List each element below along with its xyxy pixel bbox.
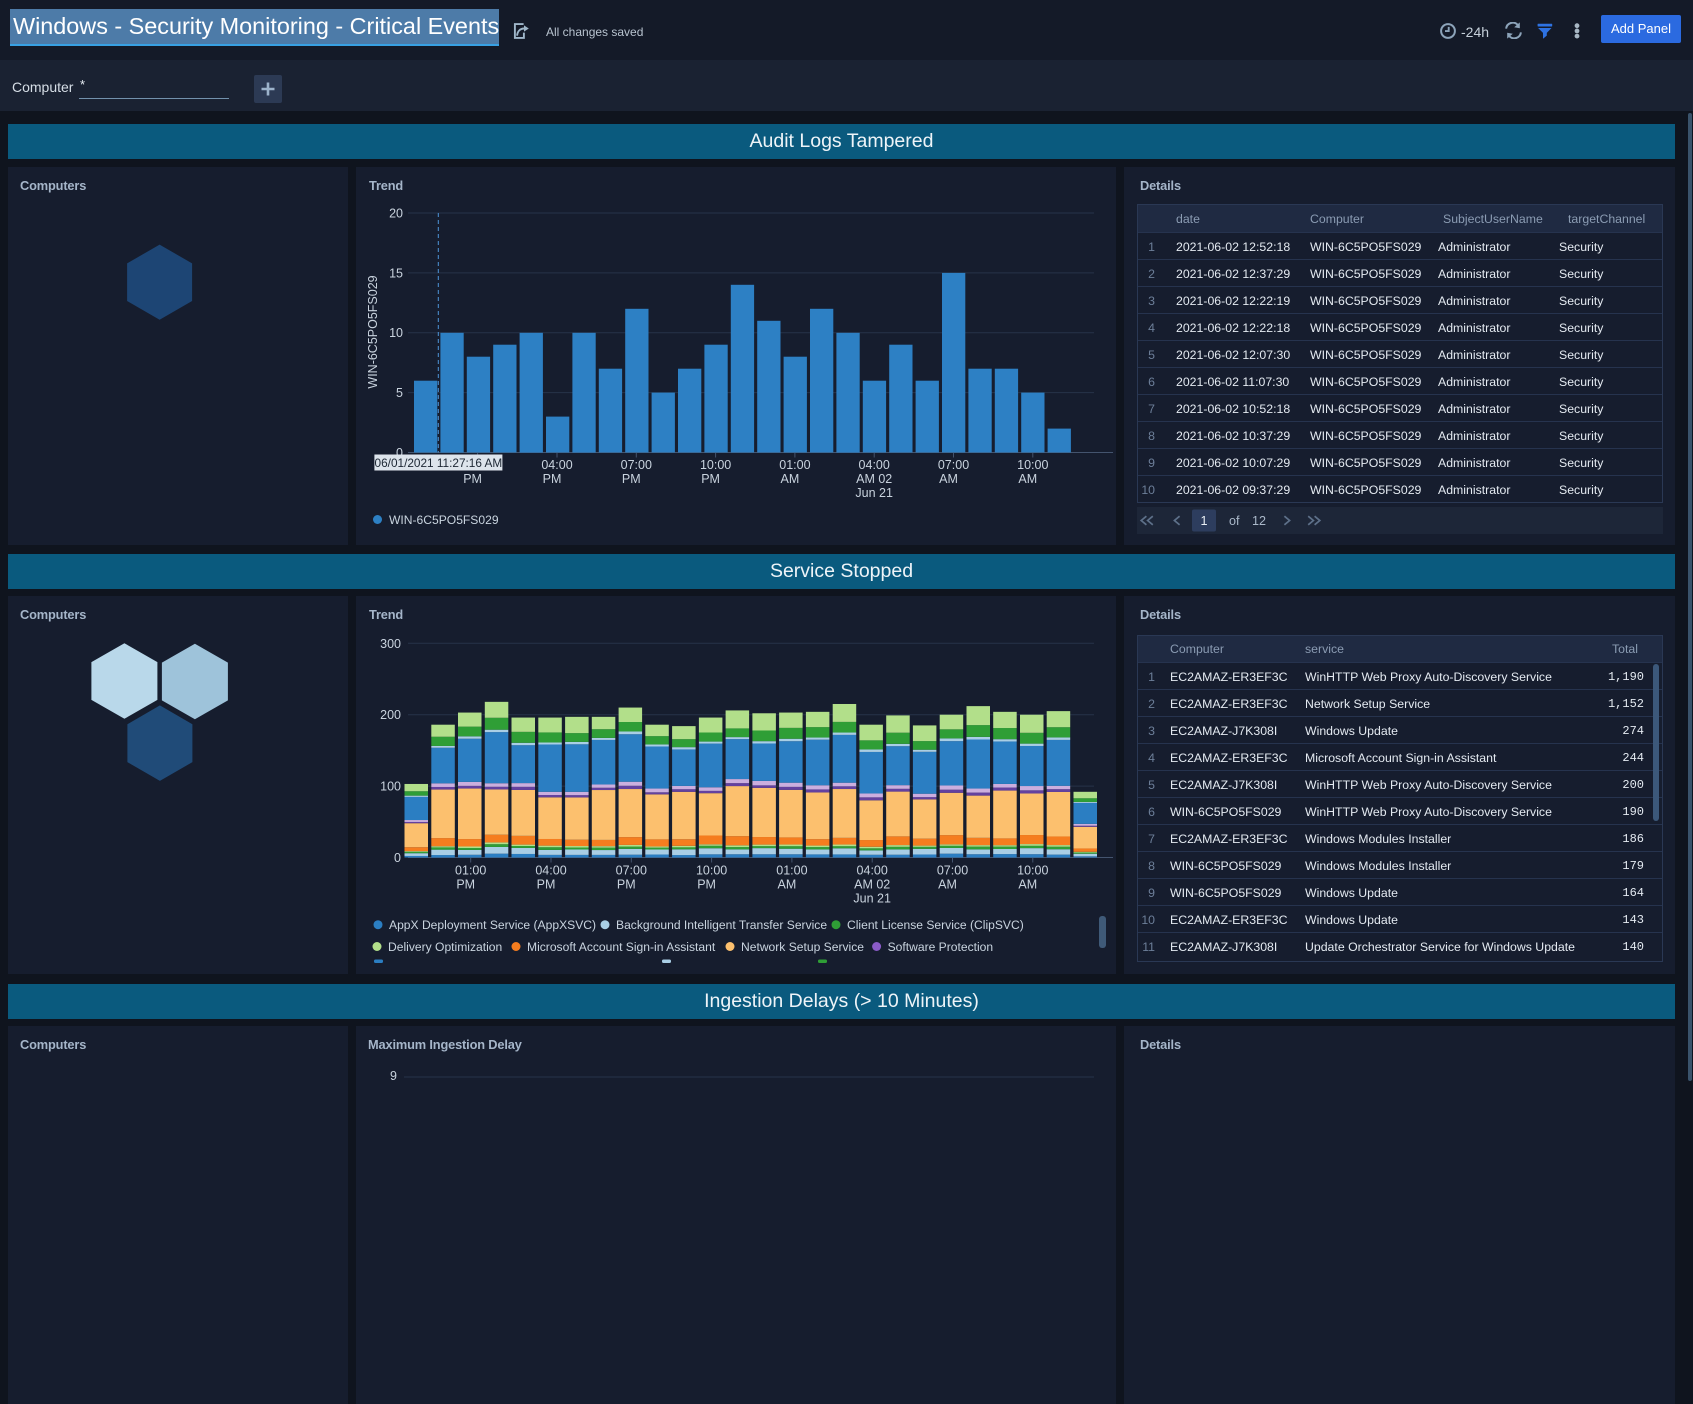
svg-text:20: 20 [389,207,403,221]
svg-text:PM: PM [622,472,641,486]
svg-text:AM: AM [1018,878,1037,892]
svg-text:Background Intelligent Transfe: Background Intelligent Transfer Service [616,918,827,932]
svg-text:1: 1 [1200,514,1207,528]
svg-text:200: 200 [380,708,401,722]
svg-text:04:00: 04:00 [859,458,890,472]
svg-text:Delivery Optimization: Delivery Optimization [388,940,502,954]
svg-text:300: 300 [380,637,401,651]
svg-text:07:00: 07:00 [938,458,969,472]
svg-text:10:00: 10:00 [1017,458,1048,472]
svg-text:07:00: 07:00 [937,864,968,878]
svg-text:9: 9 [390,1069,397,1081]
svg-text:01:00: 01:00 [776,864,807,878]
svg-text:AM: AM [939,472,958,486]
svg-text:PM: PM [537,878,556,892]
svg-text:AM 02: AM 02 [856,472,892,486]
svg-text:PM: PM [456,878,475,892]
svg-text:PM: PM [697,878,716,892]
svg-text:10:00: 10:00 [700,458,731,472]
svg-text:PM: PM [543,472,562,486]
svg-text:04:00: 04:00 [857,864,888,878]
svg-text:Client License Service (ClipSV: Client License Service (ClipSVC) [847,918,1024,932]
svg-text:AM: AM [781,472,800,486]
svg-text:AM 02: AM 02 [854,878,890,892]
svg-text:07:00: 07:00 [616,864,647,878]
svg-text:AppX Deployment Service (AppXS: AppX Deployment Service (AppXSVC) [389,918,596,932]
svg-text:5: 5 [396,386,403,400]
svg-text:of: of [1229,514,1240,528]
svg-text:04:00: 04:00 [541,458,572,472]
svg-text:10: 10 [389,326,403,340]
svg-text:01:00: 01:00 [455,864,486,878]
svg-text:AM: AM [938,878,957,892]
svg-text:PM: PM [701,472,720,486]
svg-text:06/01/2021 11:27:16 AM: 06/01/2021 11:27:16 AM [375,456,503,470]
svg-text:04:00: 04:00 [535,864,566,878]
svg-text:AM: AM [778,878,797,892]
svg-text:07:00: 07:00 [621,458,652,472]
svg-text:12: 12 [1252,514,1266,528]
svg-text:10:00: 10:00 [696,864,727,878]
svg-text:10:00: 10:00 [1017,864,1048,878]
svg-text:100: 100 [380,780,401,794]
svg-text:PM: PM [463,472,482,486]
svg-text:Microsoft Account Sign-in Assi: Microsoft Account Sign-in Assistant [527,940,716,954]
svg-text:Network Setup Service: Network Setup Service [741,940,864,954]
svg-text:AM: AM [1018,472,1037,486]
svg-text:Software Protection: Software Protection [888,940,994,954]
svg-text:01:00: 01:00 [779,458,810,472]
svg-text:PM: PM [617,878,636,892]
svg-text:0: 0 [394,851,401,865]
svg-text:15: 15 [389,266,403,280]
svg-text:Jun 21: Jun 21 [855,486,893,500]
svg-text:WIN-6C5PO5FS029: WIN-6C5PO5FS029 [389,513,499,527]
svg-text:Jun 21: Jun 21 [853,892,891,906]
svg-text:WIN-6C5PO5FS029: WIN-6C5PO5FS029 [366,275,380,388]
